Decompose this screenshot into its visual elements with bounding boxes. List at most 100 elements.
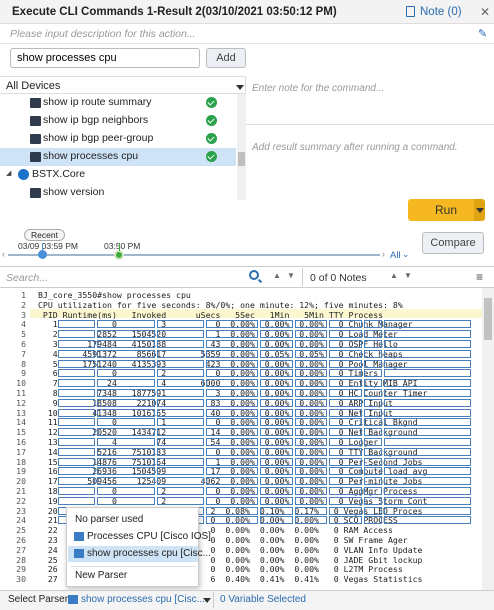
parsed-value-box (294, 487, 328, 495)
edit-icon[interactable]: ✎ (478, 27, 487, 40)
expand-icon[interactable]: ◢ (6, 169, 11, 177)
next-note-icon[interactable]: ▼ (404, 271, 412, 280)
menu-icon[interactable]: ≡ (476, 270, 483, 284)
find-input[interactable]: Search... (6, 272, 48, 284)
parsed-value-box (156, 408, 204, 417)
parsed-value-box (329, 457, 363, 466)
chevron-down-icon[interactable] (236, 85, 244, 90)
parser-label: Select Parser: (8, 594, 71, 605)
parsed-value-box (57, 438, 96, 446)
search-icon[interactable] (249, 270, 259, 280)
parsed-value-box (156, 359, 204, 368)
parsed-value-box (383, 408, 471, 417)
chevron-right-icon[interactable]: › (382, 249, 385, 259)
note-icon[interactable] (406, 6, 415, 17)
tree-item[interactable]: show ip route summary (0, 94, 236, 112)
parsed-value-box (156, 438, 204, 446)
chevron-down-icon[interactable]: ⌄ (402, 249, 410, 260)
tree-scrollbar[interactable] (237, 94, 246, 200)
parsed-value-box (260, 447, 293, 456)
timeline-track[interactable] (8, 254, 380, 256)
tree-item-label: show version (43, 186, 105, 198)
parsed-value-box (294, 349, 328, 358)
menu-item-show-processes-cpu[interactable]: show processes cpu [Cisc... (87, 548, 211, 559)
tree-item[interactable]: show ip bgp neighbors (0, 112, 236, 130)
previous-note-icon[interactable]: ▲ (390, 271, 398, 280)
parsed-value-box (205, 477, 259, 486)
parsed-value-box (260, 467, 293, 476)
compare-button[interactable]: Compare (422, 232, 484, 254)
menu-item-new-parser[interactable]: New Parser (75, 570, 127, 581)
timeline-point[interactable] (38, 250, 47, 259)
command-input[interactable] (10, 48, 200, 68)
tree-item[interactable]: show ip bgp peer-group (0, 130, 236, 148)
chevron-left-icon[interactable]: ‹ (2, 249, 5, 259)
output-scrollbar-thumb[interactable] (484, 298, 492, 340)
parsed-value-box (205, 428, 259, 437)
parser-icon (74, 549, 84, 558)
parsed-value-box (383, 389, 471, 397)
tree-item[interactable]: show processes cpu (0, 148, 236, 166)
parser-select[interactable]: show processes cpu [Cisc... (81, 594, 205, 605)
tree-scrollbar-thumb[interactable] (238, 152, 245, 166)
timeline-marker (42, 243, 43, 251)
parsed-value-box (97, 438, 155, 446)
line-number: 30 (16, 574, 26, 585)
parsed-value-box (260, 438, 293, 446)
note-button[interactable]: Note (0) (420, 6, 462, 18)
parsed-value-box (97, 340, 155, 348)
parsed-value-box (383, 340, 471, 348)
parsed-value-box (329, 496, 363, 505)
parsed-value-box (97, 447, 155, 456)
parsed-value-box (205, 457, 259, 466)
timeline-point-current[interactable] (114, 250, 124, 260)
line-number: 11 (16, 388, 26, 398)
parsed-value-box (383, 438, 471, 446)
close-icon[interactable]: ✕ (480, 5, 490, 19)
parsed-value-box (383, 457, 471, 466)
device-select[interactable]: All Devices (6, 80, 60, 92)
parsed-value-box (57, 340, 96, 348)
all-filter[interactable]: All (390, 250, 401, 261)
parsed-value-box (294, 418, 328, 427)
line-number: 29 (16, 564, 26, 575)
divider (213, 592, 214, 608)
parsed-value-box (57, 467, 96, 476)
result-summary-placeholder[interactable]: Add result summary after running a comma… (252, 142, 458, 153)
parsed-value-box (364, 379, 382, 388)
menu-item-processes-cpu[interactable]: Processes CPU [Cisco IOS] (87, 531, 211, 542)
command-note-placeholder[interactable]: Enter note for the command... (252, 83, 384, 94)
tree-item[interactable]: show version (0, 184, 236, 202)
command-icon (30, 134, 41, 144)
parsed-value-box (260, 398, 293, 407)
variable-status[interactable]: 0 Variable Selected (220, 594, 306, 605)
chevron-down-icon[interactable] (203, 598, 211, 603)
line-number: 24 (16, 515, 26, 526)
previous-icon[interactable]: ▲ (273, 271, 281, 280)
run-options-button[interactable] (474, 199, 485, 221)
parsed-value-box (364, 477, 382, 486)
parsed-value-box (260, 379, 293, 388)
tree-item[interactable]: ◢ BSTX.Core (0, 166, 236, 184)
line-number: 28 (16, 554, 26, 565)
parsed-value-box (383, 477, 471, 486)
next-icon[interactable]: ▼ (287, 271, 295, 280)
timeline-marker (119, 243, 120, 251)
parsed-value-box (97, 477, 155, 486)
run-button[interactable]: Run (408, 199, 484, 221)
parsed-value-box (57, 359, 96, 368)
parsed-value-box (364, 457, 382, 466)
menu-item-no-parser[interactable]: No parser used (75, 514, 143, 525)
parsed-value-box (156, 496, 204, 505)
line-number: 23 (16, 505, 26, 516)
add-button[interactable]: Add (206, 48, 246, 68)
tree-item-label: show ip bgp neighbors (43, 114, 149, 126)
parsed-value-box (260, 487, 293, 495)
parsed-value-box (260, 418, 293, 427)
parser-menu: No parser used Processes CPU [Cisco IOS]… (66, 507, 211, 587)
parsed-value-box (329, 506, 363, 515)
parsed-value-box (294, 398, 328, 407)
parsed-value-box (260, 320, 293, 329)
recent-button[interactable]: Recent (24, 229, 65, 241)
line-number: 8 (21, 358, 26, 369)
